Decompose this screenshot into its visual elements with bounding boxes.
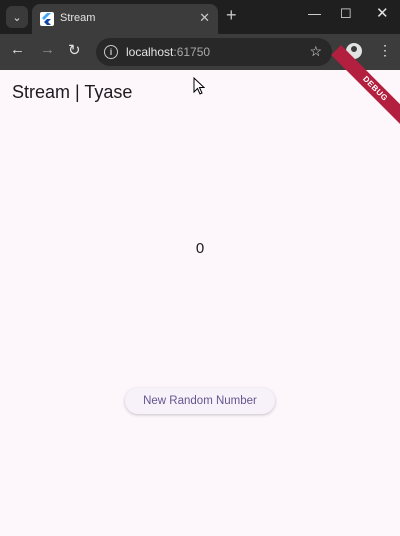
tab-title: Stream bbox=[60, 12, 96, 24]
star-icon[interactable]: ☆ bbox=[309, 43, 322, 60]
mouse-cursor-icon bbox=[193, 77, 205, 95]
maximize-button[interactable]: ☐ bbox=[340, 6, 352, 22]
page-title: Stream | Tyase bbox=[12, 82, 133, 102]
random-number-display: 0 bbox=[195, 240, 205, 257]
info-icon[interactable]: i bbox=[104, 45, 118, 59]
address-bar[interactable]: i localhost:61750 ☆ bbox=[96, 38, 332, 66]
reload-button[interactable]: ↻ bbox=[68, 41, 81, 59]
new-tab-button[interactable]: + bbox=[226, 5, 237, 26]
tab-close-icon[interactable]: ✕ bbox=[199, 10, 210, 26]
browser-tab-strip: ⌄ Stream ✕ + — ☐ ✕ bbox=[0, 0, 400, 34]
app-content: Stream | Tyase 0 New Random Number bbox=[0, 70, 400, 536]
kebab-menu-icon[interactable]: ⋮ bbox=[378, 42, 392, 59]
address-url[interactable]: localhost:61750 bbox=[126, 45, 210, 59]
tab-menu-icon[interactable]: ⌄ bbox=[6, 6, 28, 28]
flutter-favicon-icon bbox=[40, 12, 54, 26]
url-host: localhost bbox=[126, 45, 174, 59]
new-random-number-button[interactable]: New Random Number bbox=[125, 388, 275, 414]
tab-stream[interactable]: Stream ✕ bbox=[32, 4, 218, 34]
forward-button[interactable]: → bbox=[40, 41, 55, 58]
close-window-button[interactable]: ✕ bbox=[376, 4, 389, 22]
minimize-button[interactable]: — bbox=[308, 6, 321, 21]
url-port: :61750 bbox=[173, 45, 211, 59]
back-button[interactable]: ← bbox=[10, 41, 25, 58]
